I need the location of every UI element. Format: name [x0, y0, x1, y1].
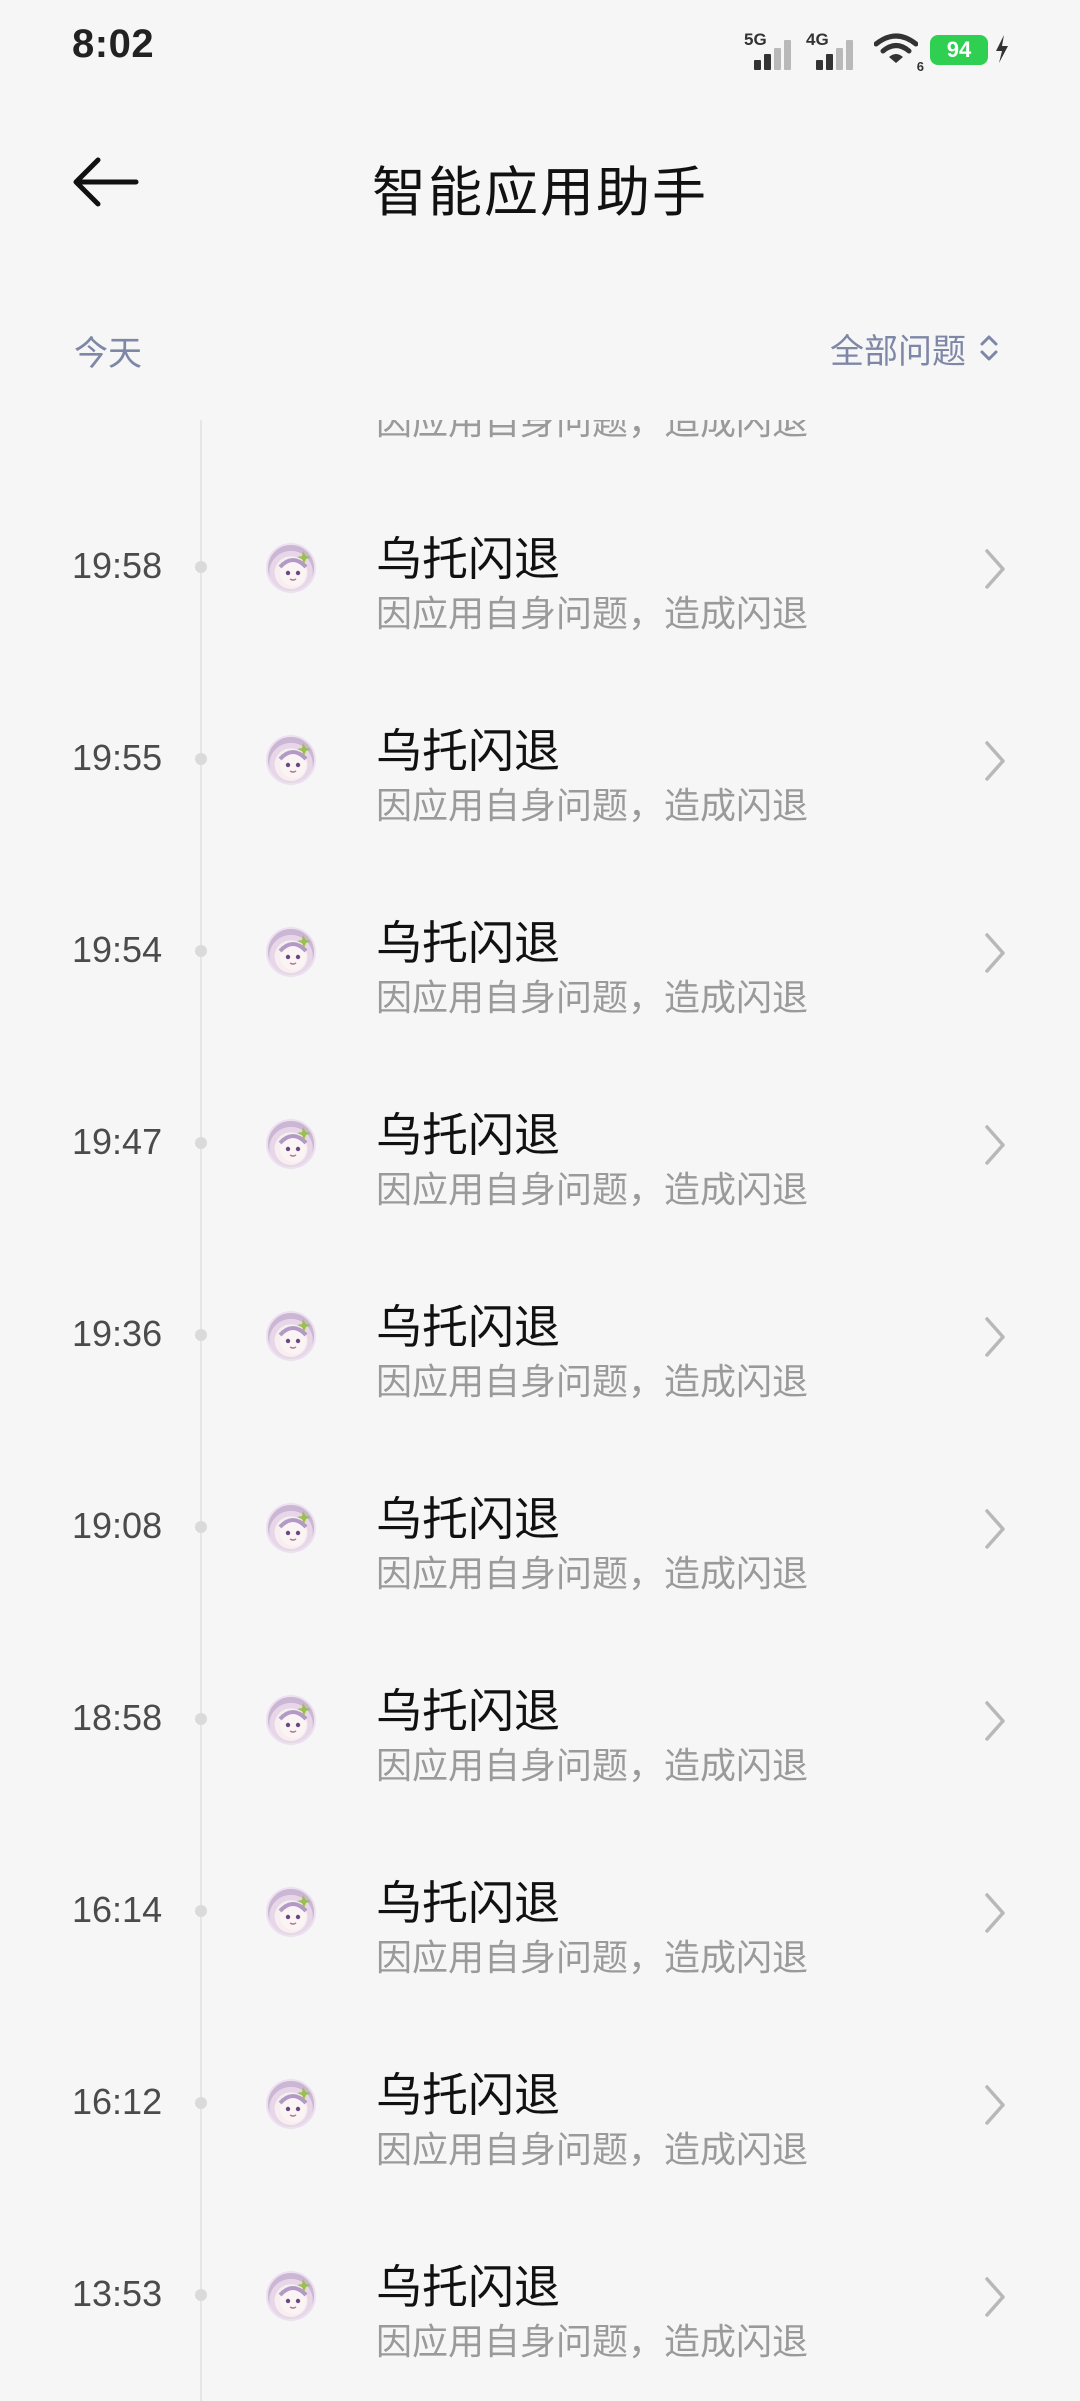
list-item[interactable]: 19:54 乌托闪退 因应用自身问题，造成闪退 [0, 907, 1080, 1099]
chevron-right-icon [985, 933, 1005, 973]
chevron-right-icon [985, 1701, 1005, 1741]
app-header: 智能应用助手 [0, 100, 1080, 260]
item-subtitle: 因应用自身问题，造成闪退 [376, 594, 809, 635]
timeline-dot [195, 1905, 207, 1917]
timeline-dot [195, 1521, 207, 1533]
timeline-dot [195, 1713, 207, 1725]
list-item[interactable]: 16:14 乌托闪退 因应用自身问题，造成闪退 [0, 1867, 1080, 2059]
item-title: 乌托闪退 [376, 916, 560, 970]
app-avatar-icon [266, 927, 316, 977]
timeline-dot [195, 2289, 207, 2301]
item-time: 19:58 [72, 545, 163, 586]
item-title: 乌托闪退 [376, 1684, 560, 1738]
battery-icon: 94 [930, 35, 988, 65]
item-subtitle: 因应用自身问题，造成闪退 [376, 1554, 809, 1595]
item-time: 18:58 [72, 1697, 163, 1738]
item-title: 乌托闪退 [376, 724, 560, 778]
list-item[interactable]: 16:12 乌托闪退 因应用自身问题，造成闪退 [0, 2059, 1080, 2251]
item-subtitle: 因应用自身问题，造成闪退 [376, 786, 809, 827]
list-item[interactable]: 19:55 乌托闪退 因应用自身问题，造成闪退 [0, 715, 1080, 907]
list-item[interactable]: 19:58 乌托闪退 因应用自身问题，造成闪退 [0, 523, 1080, 715]
list-item[interactable]: 18:58 乌托闪退 因应用自身问题，造成闪退 [0, 1675, 1080, 1867]
item-subtitle: 因应用自身问题，造成闪退 [376, 1362, 809, 1403]
wifi-badge: 6 [916, 59, 924, 74]
list-item[interactable]: 20:01 乌托闪退 因应用自身问题，造成闪退 [0, 420, 1080, 523]
app-avatar-icon [266, 735, 316, 785]
network-type-2: 4G [806, 30, 829, 49]
timeline-dot [195, 2097, 207, 2109]
app-avatar-icon [266, 2271, 316, 2321]
list-item[interactable]: 19:08 乌托闪退 因应用自身问题，造成闪退 [0, 1483, 1080, 1675]
item-title: 乌托闪退 [376, 2260, 560, 2314]
chevron-right-icon [985, 741, 1005, 781]
timeline-dot [195, 945, 207, 957]
network-type-1: 5G [744, 30, 767, 49]
app-avatar-icon [266, 2079, 316, 2129]
item-subtitle: 因应用自身问题，造成闪退 [376, 2130, 809, 2171]
wifi-icon: 6 [873, 32, 924, 74]
timeline-dot [195, 1137, 207, 1149]
item-time: 19:47 [72, 1121, 163, 1162]
status-time: 8:02 [72, 22, 155, 66]
item-title: 乌托闪退 [376, 1492, 560, 1546]
charging-icon [994, 34, 1010, 64]
app-avatar-icon [266, 1119, 316, 1169]
item-title: 乌托闪退 [376, 2068, 560, 2122]
chevron-right-icon [985, 549, 1005, 589]
item-time: 16:14 [72, 1889, 163, 1930]
item-time: 19:55 [72, 737, 163, 778]
app-avatar-icon [266, 1503, 316, 1553]
signal-4g-icon: 4G [806, 30, 866, 74]
item-subtitle: 因应用自身问题，造成闪退 [376, 1746, 809, 1787]
signal-5g-icon: 5G [744, 30, 804, 74]
item-time: 19:08 [72, 1505, 163, 1546]
page-title: 智能应用助手 [372, 161, 708, 224]
chevron-right-icon [985, 1509, 1005, 1549]
filter-row: 今天 全部问题 [0, 318, 1080, 378]
list-item[interactable]: 19:47 乌托闪退 因应用自身问题，造成闪退 [0, 1099, 1080, 1291]
status-bar: 8:02 5G 4G 6 94 [0, 0, 1080, 100]
item-subtitle: 因应用自身问题，造成闪退 [376, 2322, 809, 2363]
chevron-right-icon [985, 2277, 1005, 2317]
item-title: 乌托闪退 [376, 1108, 560, 1162]
chevron-right-icon [985, 1317, 1005, 1357]
chevron-right-icon [985, 1893, 1005, 1933]
item-title: 乌托闪退 [376, 1876, 560, 1930]
item-subtitle: 因应用自身问题，造成闪退 [376, 420, 809, 443]
app-avatar-icon [266, 1887, 316, 1937]
chevron-right-icon [985, 2085, 1005, 2125]
issue-filter-dropdown[interactable]: 全部问题 [830, 326, 1000, 372]
item-subtitle: 因应用自身问题，造成闪退 [376, 978, 809, 1019]
timeline-dot [195, 753, 207, 765]
item-time: 16:12 [72, 2081, 163, 2122]
sort-updown-icon [980, 335, 998, 361]
timeline-dot [195, 561, 207, 573]
app-avatar-icon [266, 543, 316, 593]
list-item[interactable]: 19:36 乌托闪退 因应用自身问题，造成闪退 [0, 1291, 1080, 1483]
item-time: 13:53 [72, 2273, 163, 2314]
list: 20:01 乌托闪退 因应用自身问题，造成闪退 19:58 [0, 420, 1080, 2401]
app-avatar-icon [266, 1311, 316, 1361]
item-subtitle: 因应用自身问题，造成闪退 [376, 1170, 809, 1211]
date-label: 今天 [74, 334, 142, 374]
timeline-dot [195, 1329, 207, 1341]
item-title: 乌托闪退 [376, 532, 560, 586]
app-avatar-icon [266, 1695, 316, 1745]
item-subtitle: 因应用自身问题，造成闪退 [376, 1938, 809, 1979]
issue-filter-label: 全部问题 [830, 331, 966, 372]
crash-timeline-list[interactable]: 20:01 乌托闪退 因应用自身问题，造成闪退 19:58 [0, 420, 1080, 2401]
item-title: 乌托闪退 [376, 1300, 560, 1354]
list-item[interactable]: 13:53 乌托闪退 因应用自身问题，造成闪退 [0, 2251, 1080, 2401]
item-time: 19:54 [72, 929, 163, 970]
status-icons: 5G 4G 6 94 [744, 26, 1014, 74]
item-time: 19:36 [72, 1313, 163, 1354]
chevron-right-icon [985, 1125, 1005, 1165]
